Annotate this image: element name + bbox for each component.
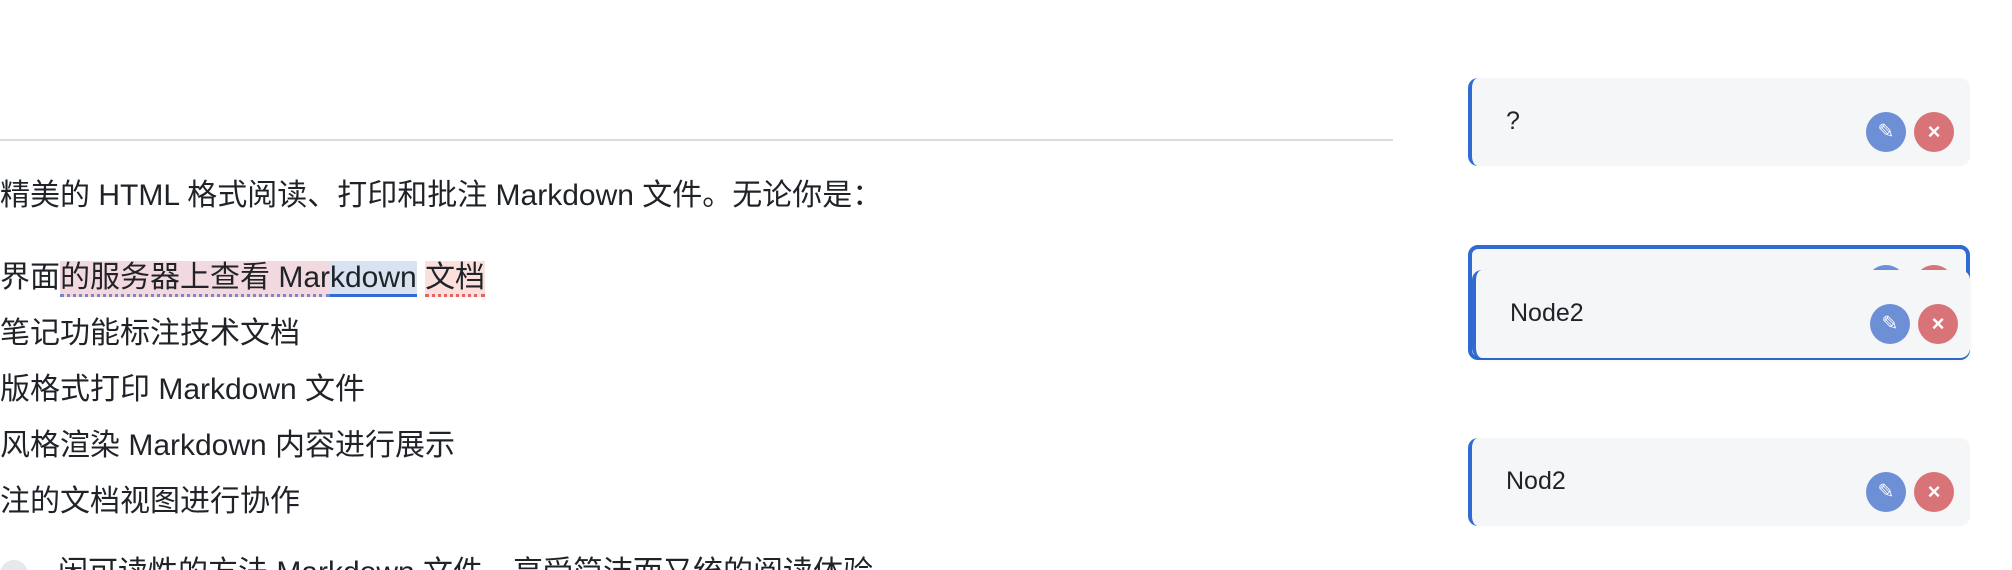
annotation-text: ?: [1506, 107, 1520, 135]
list-item: 注的文档视图进行协作: [0, 485, 300, 518]
annotation-card[interactable]: Node2 ✎ ×: [1472, 270, 1970, 358]
close-icon[interactable]: ×: [1914, 112, 1954, 152]
pencil-icon[interactable]: ✎: [1866, 112, 1906, 152]
annotation-card[interactable]: Nod2 ✎ ×: [1468, 438, 1970, 526]
list-item: 界面的服务器上查看 Markdown 文档: [0, 258, 486, 314]
highlight-selected[interactable]: kdown: [330, 261, 417, 297]
close-icon[interactable]: ×: [1914, 472, 1954, 512]
cutoff-text: 闲可读性的方法 Markdown 文件，享受简洁而又统的阅读体验: [58, 556, 873, 570]
list-item: 笔记功能标注技术文档: [0, 317, 300, 350]
close-icon[interactable]: ×: [1918, 304, 1958, 344]
list-item-text: [417, 261, 425, 294]
annotation-text: Nod2: [1506, 467, 1566, 495]
highlight-annotation[interactable]: 文档: [425, 261, 486, 297]
cutoff-list-item: 闲可读性的方法 Markdown 文件，享受简洁而又统的阅读体验: [0, 553, 873, 570]
bullet-icon: [0, 560, 28, 570]
horizontal-rule: [0, 139, 1393, 141]
annotation-text: Node2: [1510, 299, 1584, 327]
highlight-annotation[interactable]: 的服务器上查看 Mar: [60, 261, 330, 297]
pencil-icon[interactable]: ✎: [1870, 304, 1910, 344]
document-pane: 精美的 HTML 格式阅读、打印和批注 Markdown 文件。无论你是： 界面…: [0, 0, 1400, 570]
feature-list: 界面的服务器上查看 Markdown 文档 笔记功能标注技术文档 版格式打印 M…: [0, 258, 486, 538]
list-item: 风格渲染 Markdown 内容进行展示: [0, 429, 456, 462]
annotation-card[interactable]: ? ✎ ×: [1468, 78, 1970, 166]
list-item-text: 界面: [0, 261, 60, 294]
intro-paragraph: 精美的 HTML 格式阅读、打印和批注 Markdown 文件。无论你是：: [0, 179, 883, 212]
pencil-icon[interactable]: ✎: [1866, 472, 1906, 512]
list-item: 版格式打印 Markdown 文件: [0, 373, 366, 406]
